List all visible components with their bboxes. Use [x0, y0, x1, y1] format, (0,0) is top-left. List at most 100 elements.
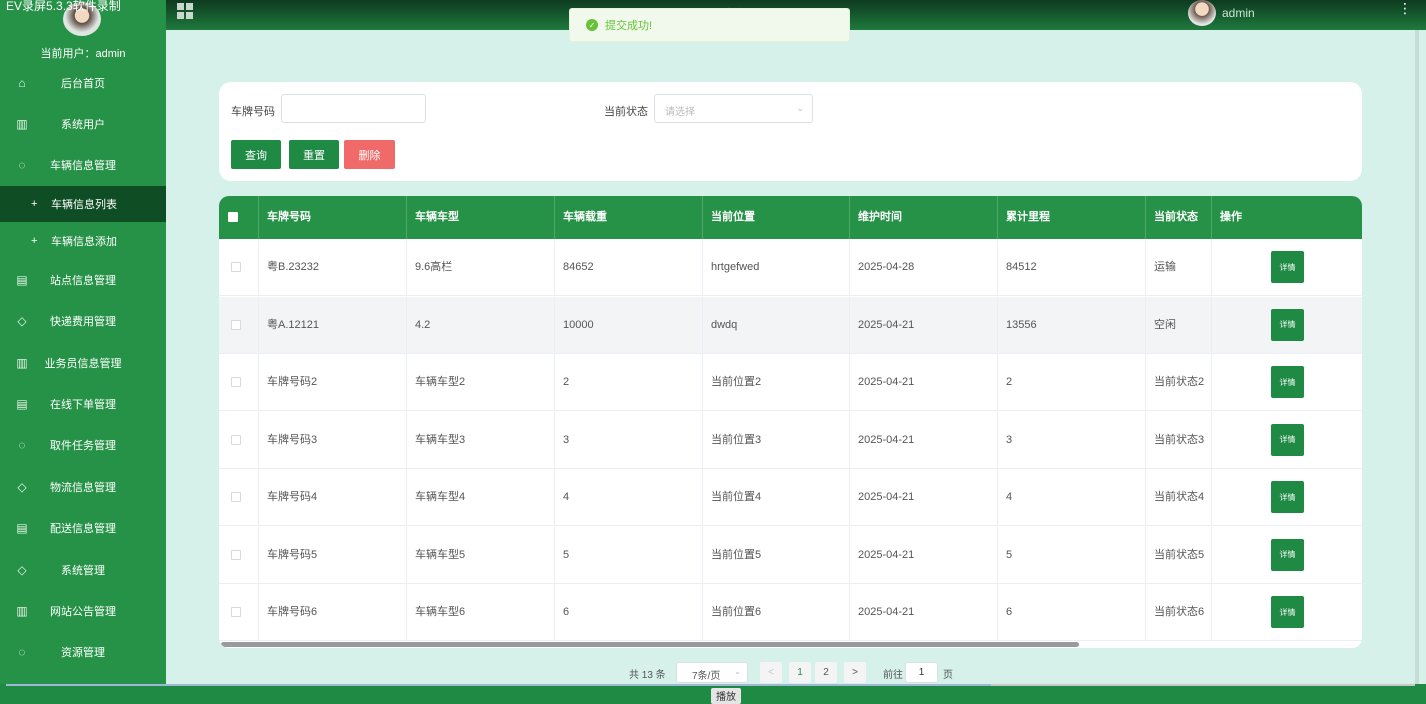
- table-cell: 84652: [555, 239, 703, 296]
- sidebar-item-label: 系统管理: [61, 565, 105, 577]
- select-all-checkbox[interactable]: [228, 212, 238, 222]
- table-cell: 4: [555, 469, 703, 526]
- chat-icon: ◌: [18, 438, 26, 452]
- table-cell: 车牌号码5: [259, 526, 407, 584]
- sidebar-item-resources[interactable]: ◌ 资源管理: [0, 632, 166, 672]
- row-checkbox[interactable]: [231, 492, 241, 502]
- table-row[interactable]: 粤B.23232 9.6高栏 84652 hrtgefwed 2025-04-28 845…: [219, 239, 1362, 296]
- detail-button[interactable]: 详情: [1271, 308, 1304, 341]
- chevron-down-icon: ⌄: [796, 103, 804, 113]
- table-cell: 4.2: [407, 296, 555, 354]
- menu-grid-icon[interactable]: [177, 3, 193, 19]
- query-button[interactable]: 查询: [231, 140, 281, 169]
- row-select-cell: [219, 239, 259, 296]
- table-cell: 当前位置3: [703, 411, 850, 469]
- sidebar-item-express-fee[interactable]: ◇ 快递费用管理: [0, 301, 166, 341]
- table-cell: 3: [555, 411, 703, 469]
- columns-icon: ▥: [16, 356, 28, 370]
- document-icon: ▤: [16, 521, 28, 535]
- status-placeholder: 请选择: [665, 107, 695, 118]
- column-header: 累计里程: [998, 196, 1146, 239]
- sidebar-item-salesman[interactable]: ▥ 业务员信息管理: [0, 343, 166, 383]
- sidebar-item-pickup-task[interactable]: ◌ 取件任务管理: [0, 425, 166, 465]
- row-checkbox[interactable]: [231, 319, 241, 330]
- header-username[interactable]: admin: [1222, 6, 1255, 20]
- status-select[interactable]: 请选择 ⌄: [654, 94, 813, 123]
- column-header: 操作: [1220, 211, 1242, 223]
- table-row[interactable]: 车牌号码2 车辆车型2 2 当前位置2 2025-04-21 2 当前状态2 详情: [219, 354, 1362, 411]
- delete-button[interactable]: 删除: [344, 140, 395, 169]
- goto-page-input[interactable]: 1: [905, 662, 938, 683]
- shield-icon: ◇: [17, 314, 27, 328]
- table-cell: 5: [998, 526, 1146, 584]
- sidebar-subitem-vehicle-add[interactable]: + 车辆信息添加: [0, 223, 166, 259]
- progress-played[interactable]: [6, 684, 991, 686]
- table-header: 车牌号码 车辆车型 车辆载重 当前位置 维护时间 累计里程 当前状态 操作: [219, 196, 1362, 239]
- row-checkbox[interactable]: [231, 377, 241, 387]
- table-cell: 车辆车型6: [407, 584, 555, 641]
- column-header: 当前位置: [703, 196, 850, 239]
- column-header: 当前状态: [1146, 196, 1212, 239]
- row-select-cell: [219, 354, 259, 411]
- progress-remaining[interactable]: [991, 684, 1415, 686]
- row-select-cell: [219, 584, 259, 641]
- detail-button[interactable]: 详情: [1271, 538, 1304, 571]
- detail-button[interactable]: 详情: [1271, 596, 1304, 628]
- sidebar-item-system-users[interactable]: ▥ 系统用户: [0, 104, 166, 144]
- sidebar-item-delivery[interactable]: ▤ 配送信息管理: [0, 508, 166, 548]
- table-cell: 13556: [998, 296, 1146, 354]
- sidebar-subitem-vehicle-list[interactable]: + 车辆信息列表: [0, 186, 166, 222]
- vertical-scrollbar[interactable]: [1415, 30, 1419, 684]
- row-checkbox[interactable]: [231, 262, 241, 272]
- table-cell: 当前状态5: [1146, 526, 1212, 584]
- plate-label: 车牌号码: [231, 106, 275, 118]
- detail-button[interactable]: 详情: [1271, 366, 1304, 398]
- prev-page-button[interactable]: <: [760, 662, 782, 683]
- table-cell: 车牌号码2: [259, 354, 407, 411]
- row-checkbox[interactable]: [231, 607, 241, 617]
- horizontal-scrollbar[interactable]: [221, 642, 1079, 647]
- sidebar-item-station[interactable]: ▤ 站点信息管理: [0, 260, 166, 300]
- column-header: 车牌号码: [259, 196, 407, 239]
- row-checkbox[interactable]: [231, 549, 241, 560]
- goto-unit: 页: [943, 670, 953, 681]
- table-cell: 车牌号码4: [259, 469, 407, 526]
- table-row[interactable]: 车牌号码5 车辆车型5 5 当前位置5 2025-04-21 5 当前状态5 详情: [219, 526, 1362, 584]
- page-size-select[interactable]: 7条/页 ⌄: [676, 662, 748, 683]
- sidebar-item-online-order[interactable]: ▤ 在线下单管理: [0, 384, 166, 424]
- sidebar-item-system[interactable]: ◇ 系统管理: [0, 550, 166, 590]
- row-select-cell: [219, 526, 259, 584]
- sidebar-item-home[interactable]: ⌂ 后台首页: [0, 63, 166, 103]
- sidebar-item-label: 系统用户: [61, 119, 105, 131]
- more-icon[interactable]: ⋮: [1398, 0, 1412, 17]
- status-label: 当前状态: [604, 106, 648, 118]
- table-row[interactable]: 车牌号码4 车辆车型4 4 当前位置4 2025-04-21 4 当前状态4 详情: [219, 469, 1362, 526]
- sidebar-item-label: 物流信息管理: [50, 482, 116, 494]
- plate-input[interactable]: [281, 94, 426, 123]
- detail-button[interactable]: 详情: [1271, 481, 1304, 513]
- next-page-button[interactable]: >: [844, 662, 866, 683]
- table-cell: 6: [555, 584, 703, 641]
- table-cell: 车牌号码3: [259, 411, 407, 469]
- reset-button[interactable]: 重置: [289, 140, 339, 169]
- row-checkbox[interactable]: [231, 434, 241, 445]
- table-row[interactable]: 车牌号码3 车辆车型3 3 当前位置3 2025-04-21 3 当前状态3 详情: [219, 411, 1362, 469]
- recorder-watermark: EV录屏5.3.3软件录制: [6, 0, 121, 13]
- table-cell: 车辆车型5: [407, 526, 555, 584]
- table-row[interactable]: 粤A.12121 4.2 10000 dwdq 2025-04-21 13556 空闲 详情: [219, 296, 1362, 354]
- sidebar-item-logistics[interactable]: ◇ 物流信息管理: [0, 467, 166, 507]
- detail-button[interactable]: 详情: [1271, 423, 1304, 456]
- detail-button[interactable]: 详情: [1271, 251, 1304, 283]
- page-2-button[interactable]: 2: [815, 662, 837, 683]
- table-cell: 粤B.23232: [259, 239, 407, 296]
- sidebar-item-announcement[interactable]: ▥ 网站公告管理: [0, 591, 166, 631]
- table-row[interactable]: 车牌号码6 车辆车型6 6 当前位置6 2025-04-21 6 当前状态6 详情: [219, 584, 1362, 641]
- sidebar-item-vehicle-management[interactable]: ◌ 车辆信息管理: [0, 145, 166, 185]
- document-icon: ▤: [16, 397, 28, 411]
- header-avatar[interactable]: [1188, 0, 1216, 26]
- chat-icon: ◌: [18, 645, 26, 659]
- check-circle-icon: ✓: [586, 19, 598, 31]
- home-icon: ⌂: [18, 76, 26, 90]
- page-1-button[interactable]: 1: [789, 662, 811, 683]
- table-cell: 3: [998, 411, 1146, 469]
